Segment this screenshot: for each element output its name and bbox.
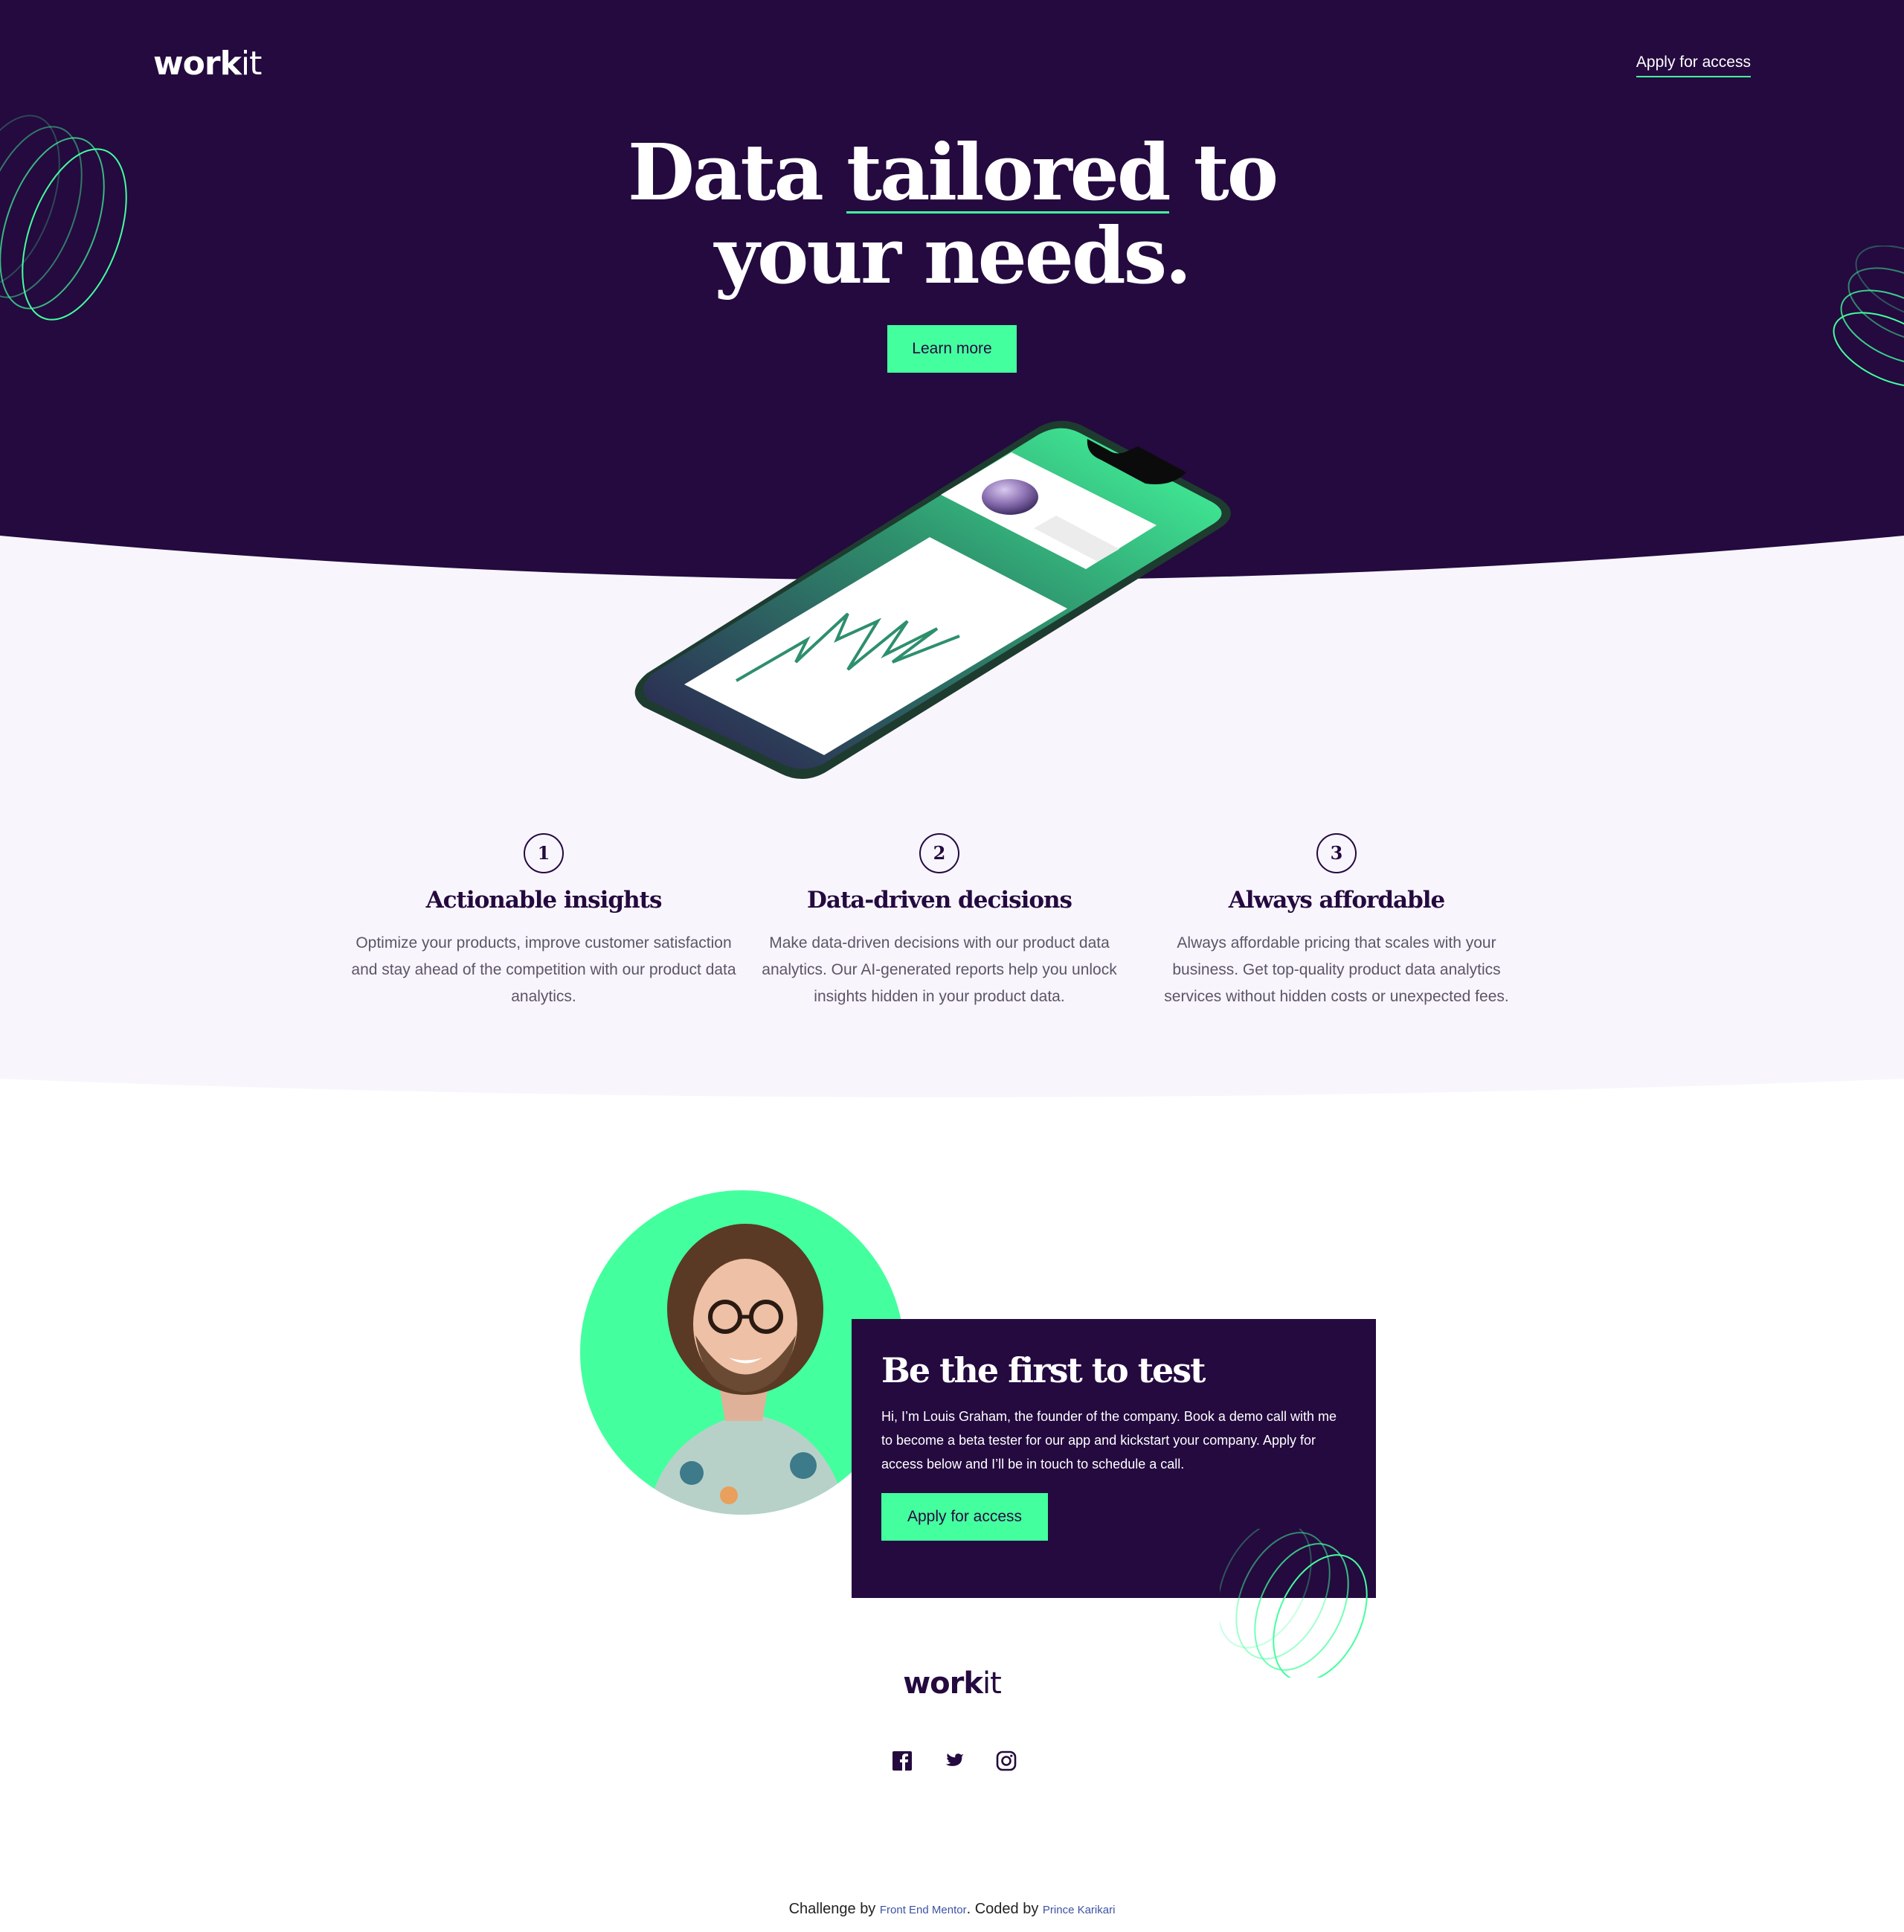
feature-title: Actionable insights: [425, 887, 663, 914]
phone-illustration: [634, 420, 1231, 780]
instagram-icon[interactable]: [995, 1750, 1017, 1772]
feature-data-driven-decisions: 2 Data-driven decisions Make data-driven…: [746, 833, 1133, 1010]
feature-text: Optimize your products, improve customer…: [351, 934, 736, 1005]
card-text: Hi, I’m Louis Graham, the founder of the…: [881, 1409, 1337, 1472]
feature-title: Data-driven decisions: [806, 887, 1072, 914]
learn-more-button[interactable]: Learn more: [887, 325, 1017, 373]
feature-title: Always affordable: [1228, 887, 1446, 914]
feature-number: 1: [524, 833, 564, 873]
features-curve-bottom: [0, 1071, 1904, 1116]
social-links: [891, 1748, 1017, 1774]
card-title: Be the first to test: [881, 1350, 1206, 1390]
apply-for-access-link[interactable]: Apply for access: [1636, 54, 1751, 77]
feature-text: Always affordable pricing that scales wi…: [1164, 934, 1509, 1005]
feature-text: Make data-driven decisions with our prod…: [762, 934, 1117, 1005]
author-link[interactable]: Prince Karikari: [1043, 1904, 1116, 1916]
rings-decoration-card: [1220, 1529, 1368, 1678]
feature-number: 3: [1316, 833, 1357, 873]
feature-actionable-insights: 1 Actionable insights Optimize your prod…: [350, 833, 737, 1010]
hero-title: Data tailored to your needs.: [627, 126, 1279, 301]
apply-for-access-button[interactable]: Apply for access: [881, 1493, 1048, 1541]
feature-number: 2: [919, 833, 959, 873]
attribution: Challenge by Front End Mentor. Coded by …: [788, 1901, 1116, 1917]
frontend-mentor-link[interactable]: Front End Mentor: [880, 1904, 967, 1916]
feature-always-affordable: 3 Always affordable Always affordable pr…: [1143, 833, 1530, 1010]
footer-logo[interactable]: workit: [0, 1666, 1904, 1701]
facebook-icon[interactable]: [891, 1750, 913, 1772]
underlined-word: tailored: [846, 126, 1171, 218]
twitter-icon[interactable]: [943, 1750, 965, 1772]
logo[interactable]: workit: [153, 45, 262, 83]
